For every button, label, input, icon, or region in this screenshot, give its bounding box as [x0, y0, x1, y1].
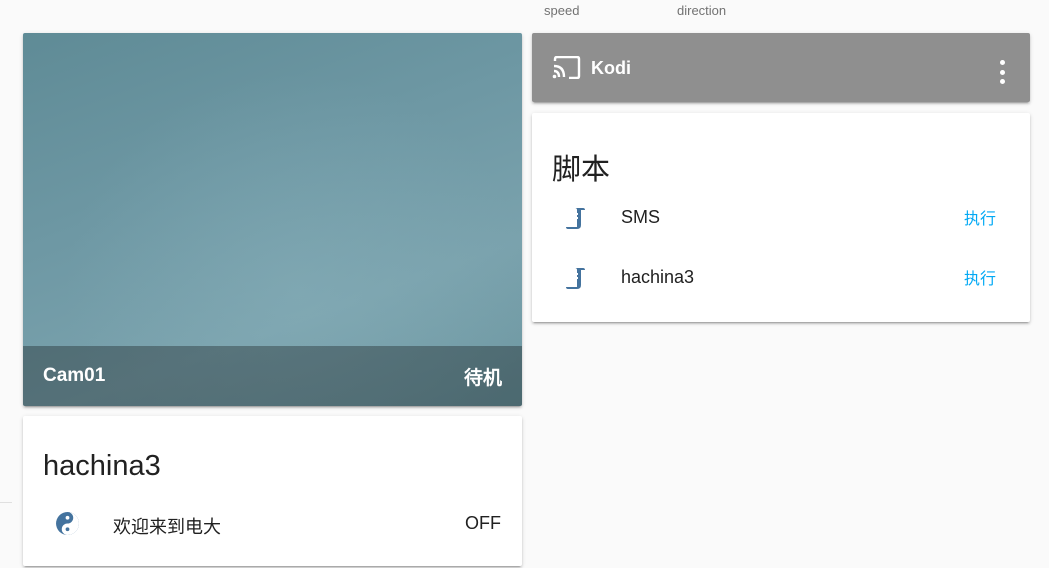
- top-attribute-labels: speed direction: [0, 0, 1049, 22]
- script-name: SMS: [621, 206, 661, 227]
- script-row: SMS 执行: [532, 187, 1030, 247]
- script-icon: [566, 208, 585, 229]
- group-entity-row[interactable]: 欢迎来到电大 OFF: [23, 501, 522, 545]
- camera-footer: Cam01 待机: [23, 346, 522, 406]
- media-title: Kodi: [591, 58, 631, 78]
- execute-button[interactable]: 执行: [964, 205, 996, 229]
- divider: [0, 502, 12, 503]
- script-name: hachina3: [621, 266, 695, 287]
- scripts-card-title: 脚本: [552, 154, 611, 186]
- group-card-title: hachina3: [43, 450, 161, 482]
- dots-vertical-icon[interactable]: [992, 60, 1012, 84]
- direction-label: direction: [677, 3, 727, 18]
- execute-button[interactable]: 执行: [964, 265, 996, 289]
- media-player-card[interactable]: Kodi: [532, 33, 1030, 102]
- camera-card[interactable]: Cam01 待机: [23, 33, 522, 406]
- camera-name: Cam01: [43, 365, 106, 386]
- group-entity-state: OFF: [465, 513, 501, 533]
- cast-icon: [552, 56, 581, 79]
- scripts-card: 脚本 SMS 执行 hachina3 执行: [532, 113, 1030, 322]
- group-card: hachina3 欢迎来到电大 OFF: [23, 416, 522, 566]
- script-icon: [566, 268, 585, 289]
- camera-state: 待机: [463, 367, 502, 389]
- group-entity-name: 欢迎来到电大: [113, 517, 221, 537]
- yin-yang-icon: [56, 512, 79, 535]
- script-row: hachina3 执行: [532, 247, 1030, 307]
- speed-label: speed: [544, 3, 580, 18]
